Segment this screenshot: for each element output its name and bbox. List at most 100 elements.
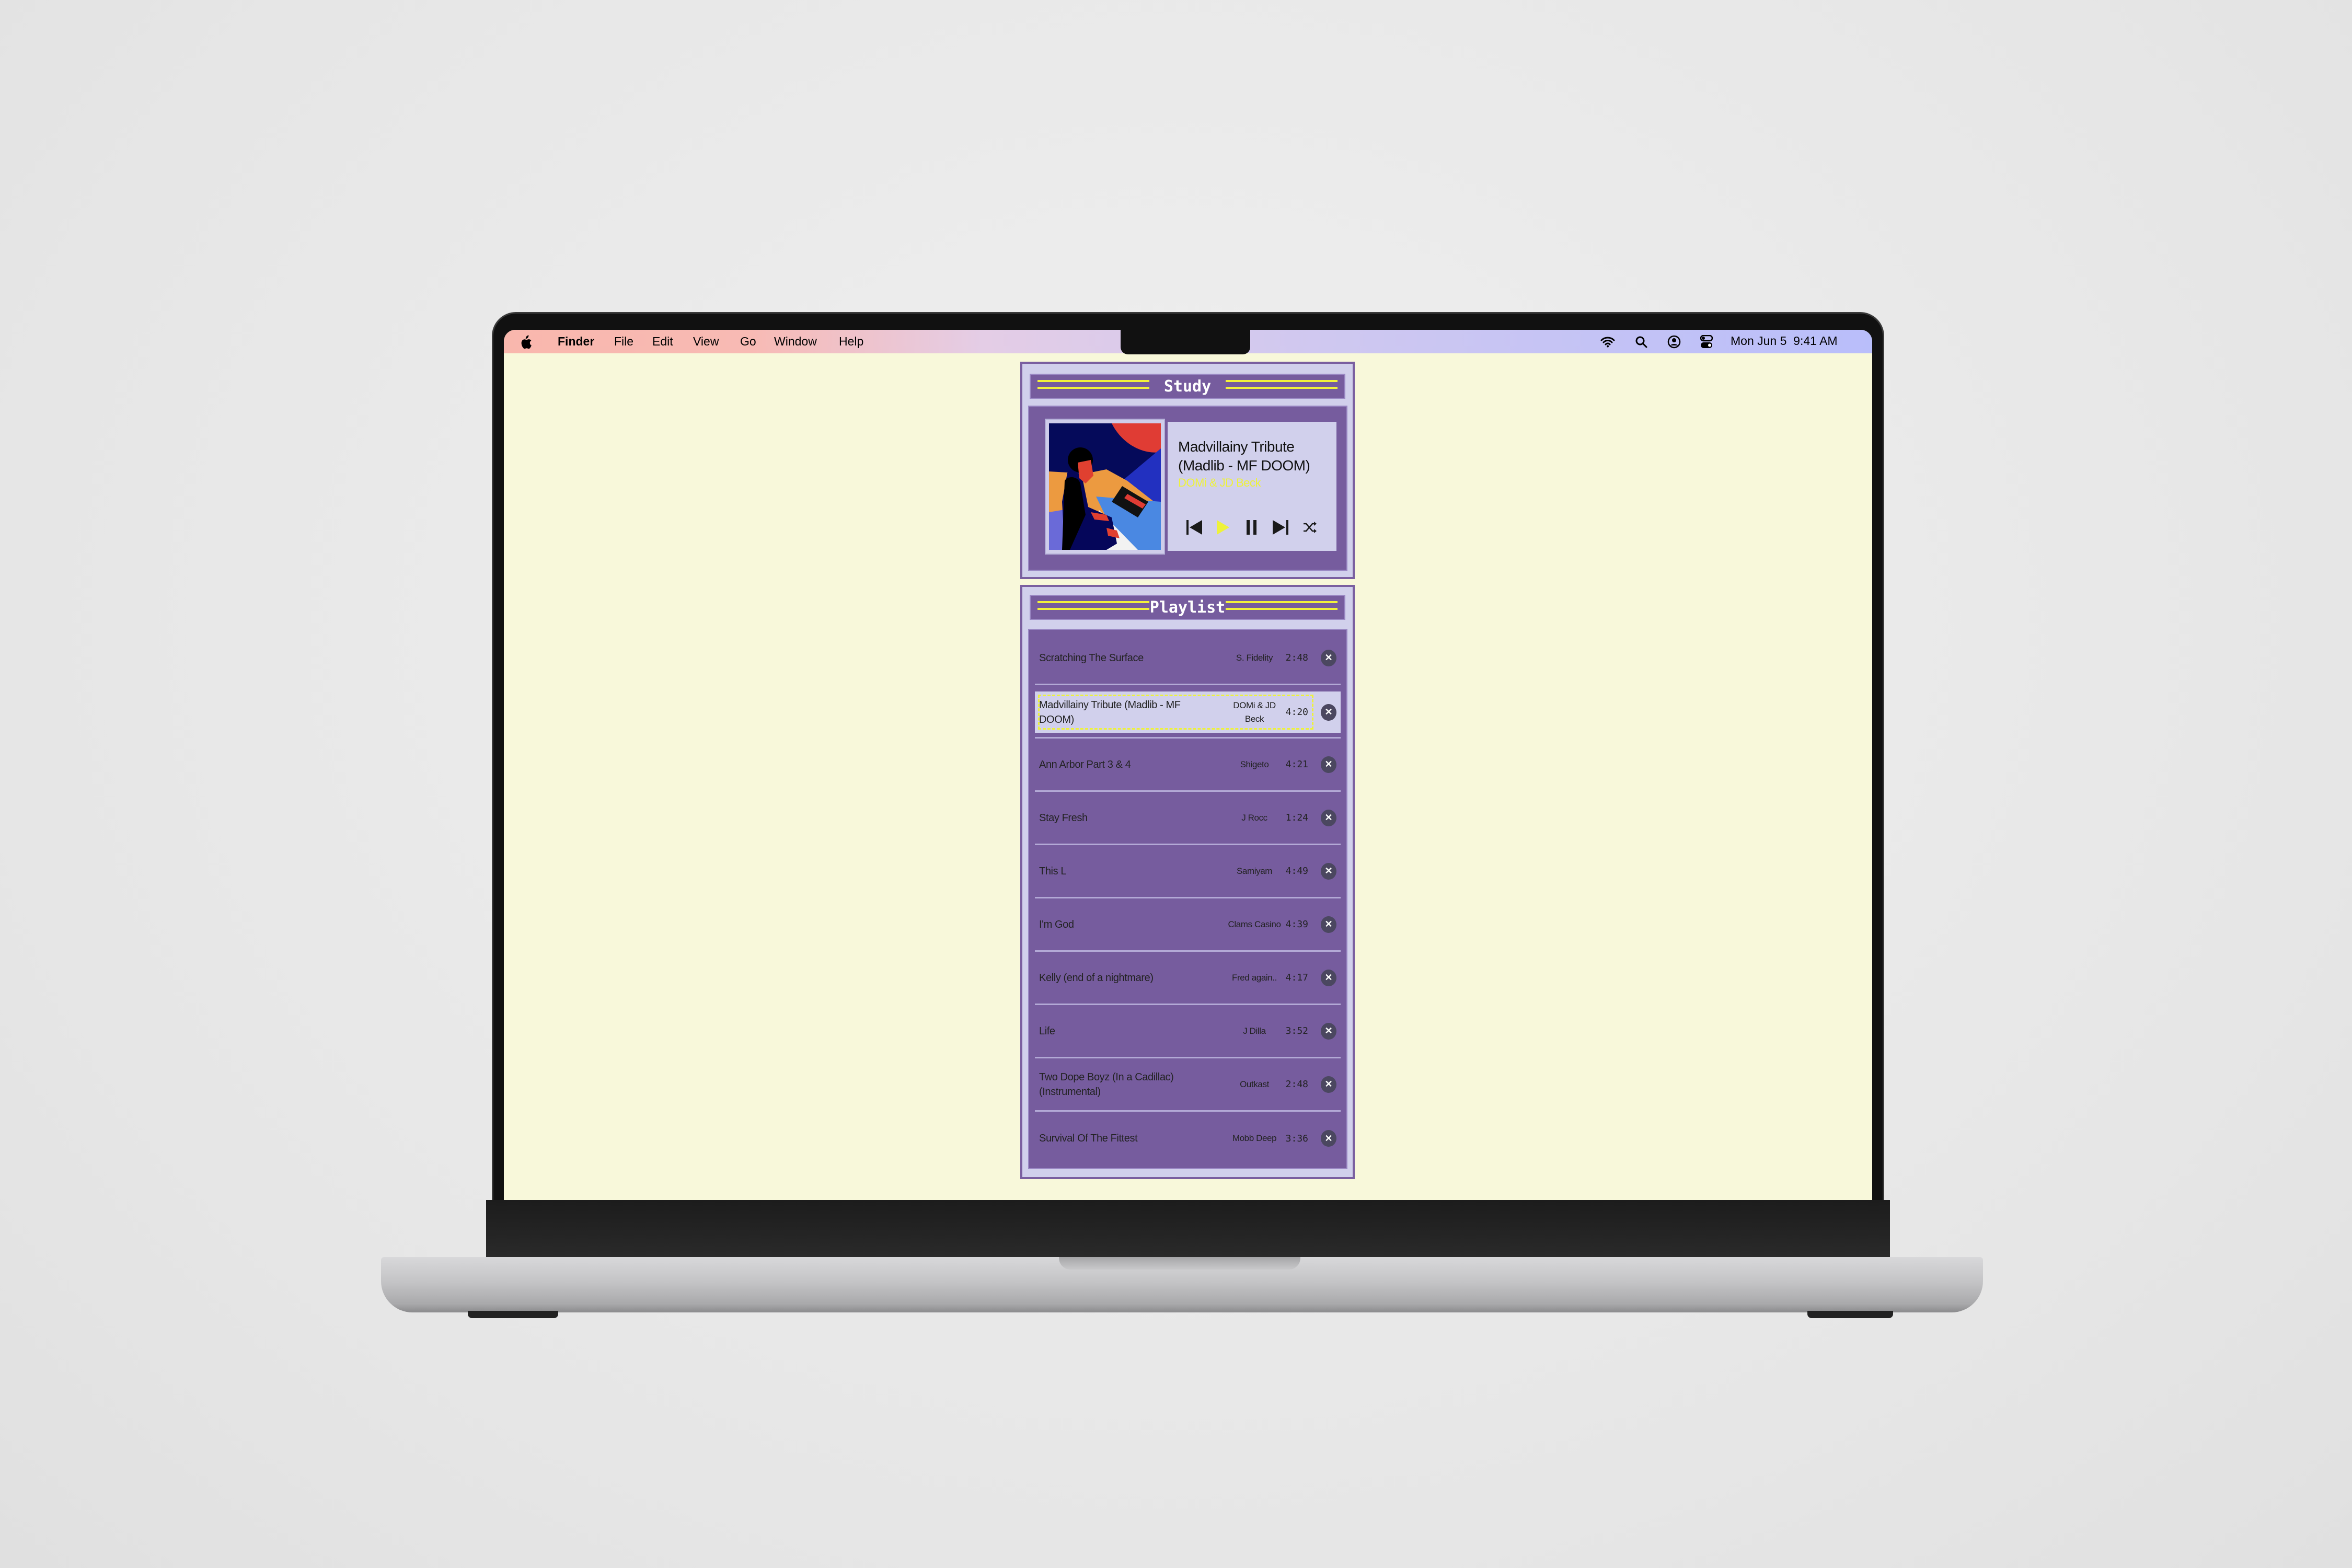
user-icon[interactable] (1667, 335, 1681, 349)
track-row-content: Two Dope Boyz (In a Cadillac) (Instrumen… (1035, 1065, 1341, 1104)
menu-edit[interactable]: Edit (652, 335, 673, 349)
track-row[interactable]: Survival Of The Fittest Mobb Deep 3:36 ✕ (1035, 1112, 1341, 1165)
track-artist: J Rocc (1241, 812, 1267, 823)
remove-track-button[interactable]: ✕ (1321, 862, 1336, 880)
track-duration: 2:48 (1285, 652, 1308, 663)
track-row[interactable]: Kelly (end of a nightmare) Fred again.. 4:… (1035, 952, 1341, 1005)
track-row[interactable]: Life J Dilla 3:52 ✕ (1035, 1005, 1341, 1058)
playlist-header: Playlist (1030, 595, 1345, 620)
track-artist: Samiyam (1236, 866, 1273, 876)
wifi-icon[interactable] (1600, 336, 1615, 348)
play-icon[interactable] (1215, 518, 1232, 536)
x-icon: ✕ (1324, 1025, 1333, 1036)
track-title: This L (1039, 865, 1067, 877)
remove-track-button[interactable]: ✕ (1321, 969, 1336, 986)
x-icon: ✕ (1324, 1079, 1333, 1089)
track-duration: 1:24 (1285, 812, 1308, 823)
track-artist: Fred again.. (1232, 972, 1277, 983)
track-row[interactable]: This L Samiyam 4:49 ✕ (1035, 845, 1341, 898)
album-art-frame (1045, 419, 1165, 555)
clock[interactable]: Mon Jun 5 9:41 AM (1731, 334, 1838, 348)
remove-track-button[interactable]: ✕ (1321, 809, 1336, 826)
remove-track-button[interactable]: ✕ (1321, 1130, 1336, 1147)
track-row[interactable]: Ann Arbor Part 3 & 4 Shigeto 4:21 ✕ (1035, 739, 1341, 792)
track-duration: 3:36 (1285, 1133, 1308, 1144)
remove-track-button[interactable]: ✕ (1321, 649, 1336, 666)
player-title: Study (1163, 377, 1212, 396)
next-icon[interactable] (1272, 518, 1289, 536)
track-title: Life (1039, 1025, 1055, 1037)
x-icon: ✕ (1324, 972, 1333, 983)
x-icon: ✕ (1324, 707, 1333, 717)
remove-track-button[interactable]: ✕ (1321, 916, 1336, 933)
track-artist: Mobb Deep (1232, 1133, 1277, 1143)
track-duration: 4:39 (1285, 919, 1308, 930)
shuffle-icon[interactable] (1302, 518, 1317, 536)
remove-track-button[interactable]: ✕ (1321, 704, 1336, 721)
track-row-content: Ann Arbor Part 3 & 4 Shigeto 4:21 ✕ (1035, 745, 1341, 784)
track-title: I'm God (1039, 918, 1074, 930)
track-row[interactable]: Scratching The Surface S. Fidelity 2:48 ✕ (1035, 632, 1341, 685)
track-row-content: Scratching The Surface S. Fidelity 2:48 ✕ (1035, 638, 1341, 677)
player-header: Study (1030, 374, 1345, 399)
track-row[interactable]: Stay Fresh J Rocc 1:24 ✕ (1035, 792, 1341, 845)
playlist-panel: Playlist Scratching The Surface S. Fideli… (1020, 585, 1355, 1179)
album-art (1049, 423, 1161, 550)
track-title: Two Dope Boyz (In a Cadillac) (Instrumen… (1039, 1071, 1174, 1098)
track-row-content: Madvillainy Tribute (Madlib - MF DOOM) DO… (1035, 691, 1341, 733)
track-row[interactable]: I'm God Clams Casino 4:39 ✕ (1035, 898, 1341, 952)
track-title: Survival Of The Fittest (1039, 1133, 1138, 1144)
track-row-content: I'm God Clams Casino 4:39 ✕ (1035, 905, 1341, 944)
track-row-content: Kelly (end of a nightmare) Fred again.. 4:… (1035, 958, 1341, 997)
menu-file[interactable]: File (614, 335, 633, 349)
search-icon[interactable] (1635, 336, 1647, 348)
track-artist: J Dilla (1243, 1025, 1266, 1036)
menu-go[interactable]: Go (740, 335, 756, 349)
track-title: Kelly (end of a nightmare) (1039, 972, 1154, 984)
control-center-icon[interactable] (1700, 335, 1713, 349)
track-title: Madvillainy Tribute (Madlib - MF DOOM) (1039, 699, 1181, 725)
track-row-selected[interactable]: Madvillainy Tribute (Madlib - MF DOOM) DO… (1035, 685, 1341, 739)
remove-track-button[interactable]: ✕ (1321, 1076, 1336, 1093)
track-row-content: This L Samiyam 4:49 ✕ (1035, 851, 1341, 891)
track-row-content: Stay Fresh J Rocc 1:24 ✕ (1035, 798, 1341, 837)
track-duration: 3:52 (1285, 1025, 1308, 1036)
laptop-foot (1807, 1311, 1893, 1318)
track-duration: 4:49 (1285, 866, 1308, 877)
laptop-chin (486, 1200, 1890, 1258)
track-artist: S. Fidelity (1236, 652, 1273, 663)
menu-help[interactable]: Help (839, 335, 863, 349)
camera-notch (1121, 330, 1250, 354)
now-playing-area: Madvillainy Tribute (Madlib - MF DOOM) D… (1028, 406, 1347, 571)
track-row-content: Life J Dilla 3:52 ✕ (1035, 1011, 1341, 1051)
track-artist: DOMi & JD Beck (1233, 700, 1276, 724)
track-list: Scratching The Surface S. Fidelity 2:48 ✕ Ma… (1028, 629, 1347, 1169)
track-duration: 2:48 (1285, 1079, 1308, 1090)
track-duration: 4:20 (1285, 707, 1308, 718)
track-row[interactable]: Two Dope Boyz (In a Cadillac) (Instrumen… (1035, 1058, 1341, 1112)
track-row-content: Survival Of The Fittest Mobb Deep 3:36 ✕ (1035, 1118, 1341, 1159)
remove-track-button[interactable]: ✕ (1321, 1022, 1336, 1040)
pause-icon[interactable] (1243, 518, 1261, 536)
playlist-title: Playlist (1149, 598, 1226, 617)
track-title: Scratching The Surface (1039, 652, 1144, 664)
laptop-foot (468, 1311, 558, 1318)
x-icon: ✕ (1324, 919, 1333, 929)
now-playing-title: Madvillainy Tribute (Madlib - MF DOOM) (1178, 439, 1310, 474)
apple-icon[interactable] (520, 335, 532, 350)
previous-icon[interactable] (1185, 518, 1203, 536)
player-panel: Study Madvillainy Tribute (Madlib - MF D… (1020, 362, 1355, 579)
x-icon: ✕ (1324, 1133, 1333, 1144)
x-icon: ✕ (1324, 652, 1333, 663)
track-artist: Outkast (1240, 1079, 1269, 1089)
now-playing-artist: DOMi & JD Beck (1178, 476, 1261, 489)
remove-track-button[interactable]: ✕ (1321, 756, 1336, 773)
track-artist: Shigeto (1240, 759, 1269, 769)
track-info-card: Madvillainy Tribute (Madlib - MF DOOM) D… (1168, 422, 1336, 551)
menu-view[interactable]: View (693, 335, 719, 349)
track-artist: Clams Casino (1228, 919, 1281, 929)
menu-finder[interactable]: Finder (558, 335, 594, 349)
menu-window[interactable]: Window (774, 335, 817, 349)
track-duration: 4:21 (1285, 759, 1308, 770)
track-duration: 4:17 (1285, 972, 1308, 983)
